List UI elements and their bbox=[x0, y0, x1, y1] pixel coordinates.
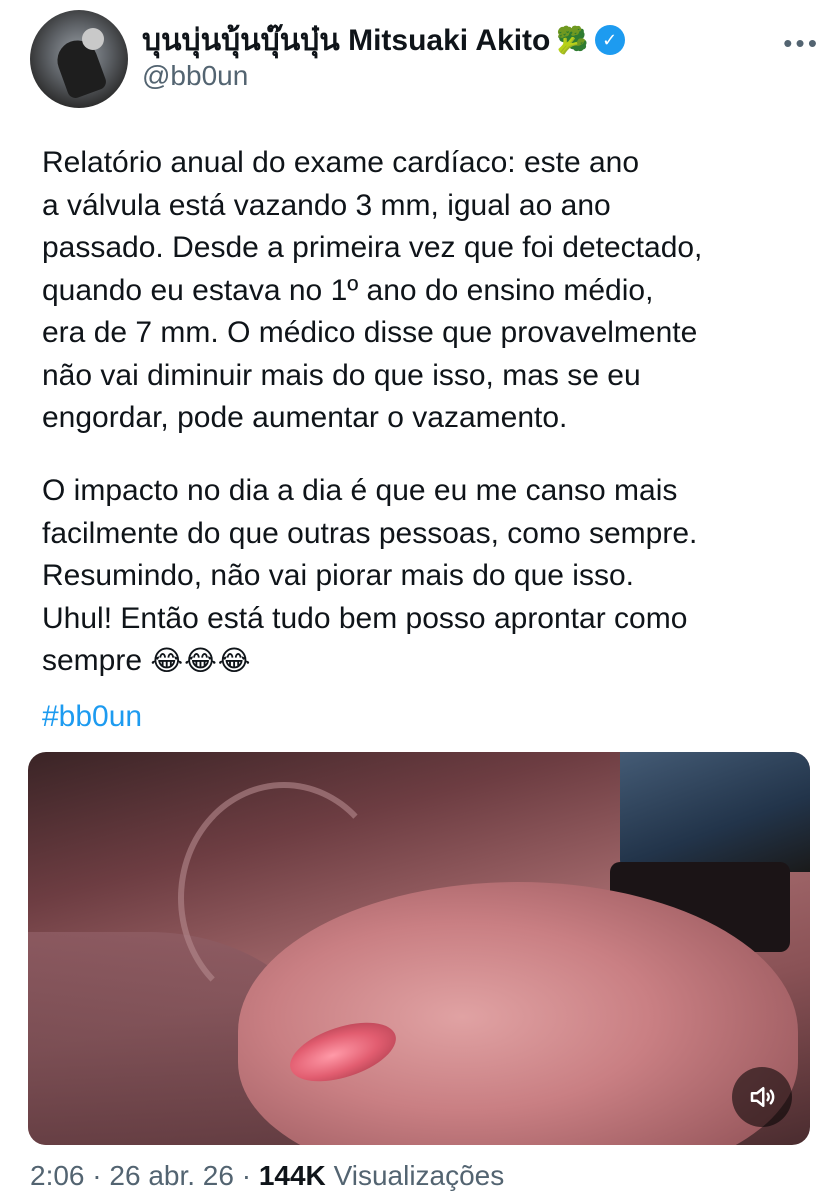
tweet-time[interactable]: 2:06 bbox=[30, 1160, 85, 1191]
tweet-date[interactable]: 26 abr. 26 bbox=[109, 1160, 234, 1191]
hashtag-link[interactable]: #bb0un bbox=[42, 700, 142, 734]
author-name-row[interactable]: บุนบุ่นบุ้นบุ๊นบุ๋น Mitsuaki Akito 🥦 ✓ bbox=[142, 20, 625, 60]
author-display-name[interactable]: บุนบุ่นบุ้นบุ๊นบุ๋น Mitsuaki Akito bbox=[142, 17, 550, 64]
verified-badge-icon[interactable]: ✓ bbox=[594, 25, 625, 55]
laughing-emojis: 😂😂😂 bbox=[150, 645, 252, 676]
speaker-muted-icon bbox=[750, 1087, 775, 1107]
views-count: 144K bbox=[258, 1160, 326, 1191]
tweet-paragraph-2-text: O impacto no dia a dia é que eu me canso… bbox=[42, 474, 698, 677]
broccoli-emoji: 🥦 bbox=[556, 24, 589, 55]
mute-toggle-button[interactable] bbox=[732, 1067, 792, 1127]
author-handle[interactable]: @bb0un bbox=[142, 60, 248, 92]
avatar-figure-head bbox=[82, 28, 104, 50]
tweet-video[interactable] bbox=[28, 752, 810, 1145]
tweet-paragraph-2: O impacto no dia a dia é que eu me canso… bbox=[42, 470, 822, 683]
author-avatar[interactable] bbox=[30, 10, 128, 108]
more-options-icon[interactable]: • • • bbox=[783, 28, 817, 59]
meta-separator: · bbox=[241, 1160, 252, 1191]
video-monitor-shape bbox=[620, 752, 810, 872]
views-label: Visualizações bbox=[333, 1160, 505, 1191]
meta-separator: · bbox=[92, 1160, 102, 1191]
tweet-paragraph-1: Relatório anual do exame cardíaco: este … bbox=[42, 146, 703, 434]
tweet-metadata: 2:06 · 26 abr. 26 · 144K Visualizações bbox=[30, 1160, 504, 1192]
